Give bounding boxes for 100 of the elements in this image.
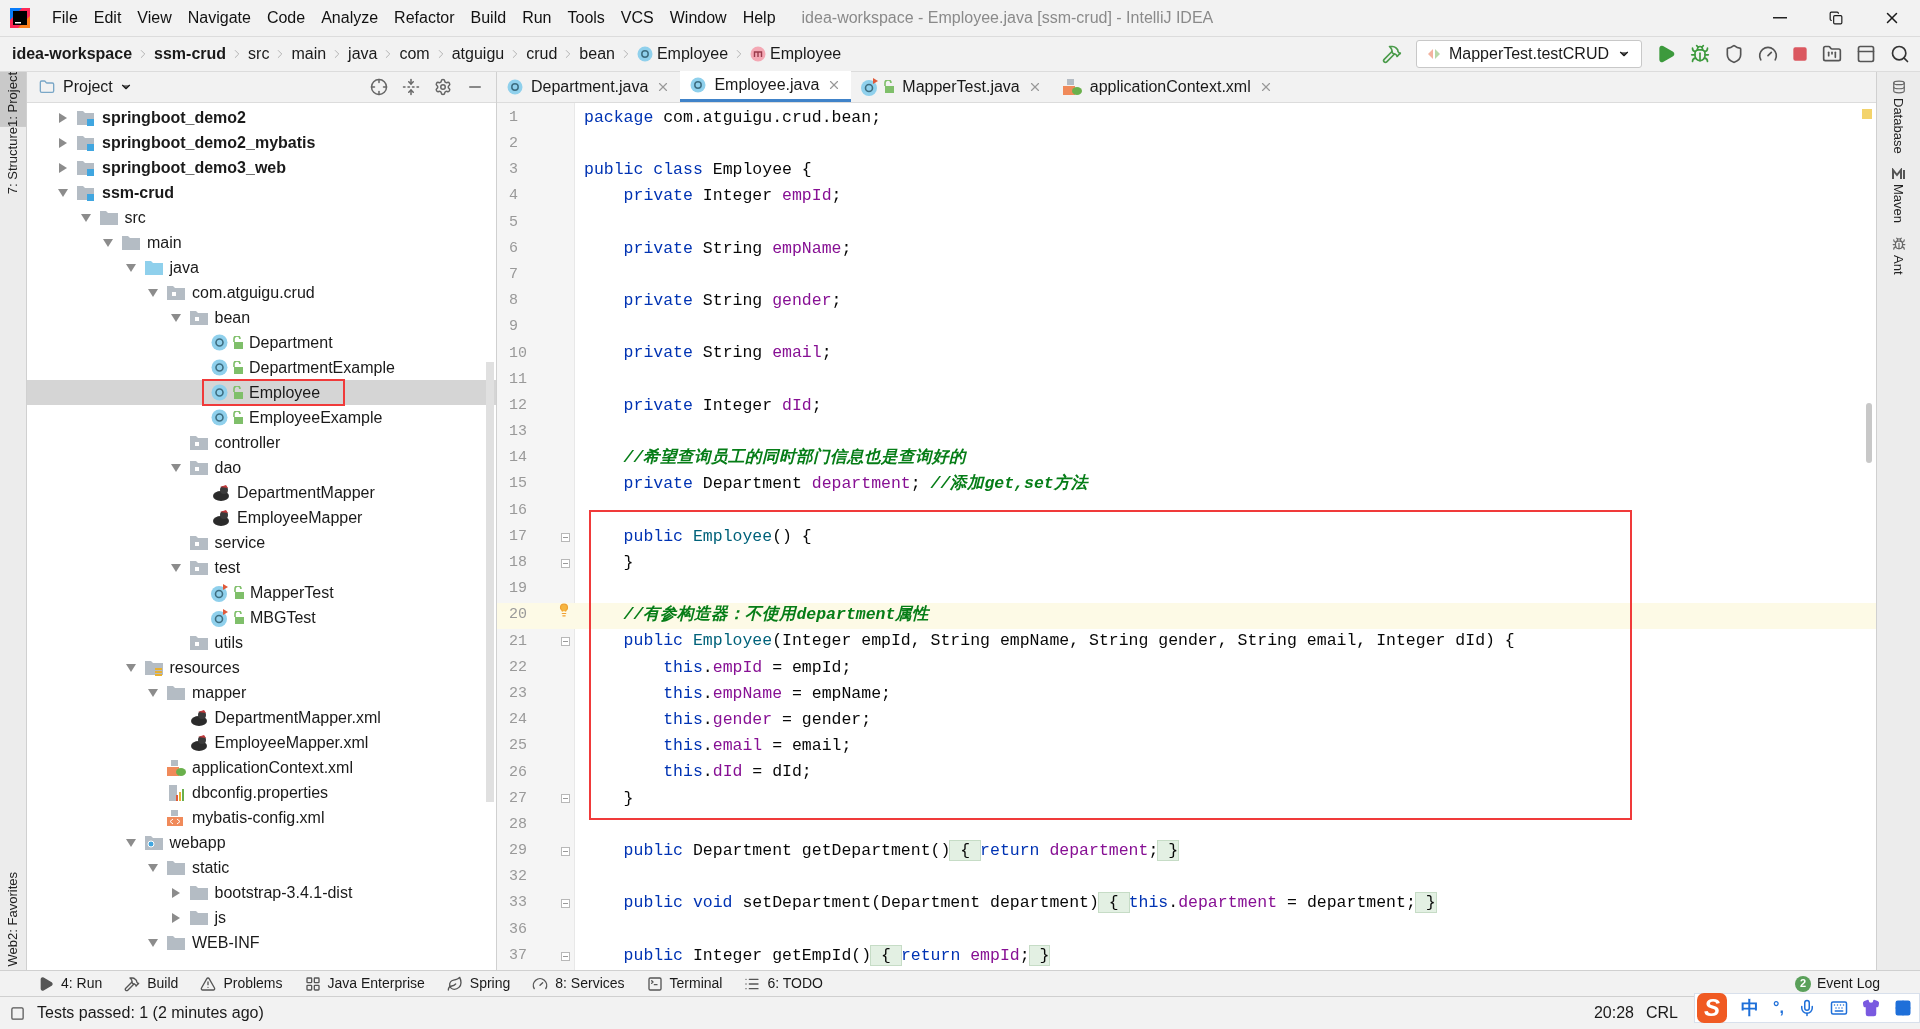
expanded-arrow-icon[interactable] <box>147 936 159 949</box>
tree-item[interactable]: webapp <box>27 830 496 855</box>
tree-item[interactable]: Department <box>27 330 496 355</box>
tool-window-button[interactable]: Problems <box>200 973 283 994</box>
menu-item[interactable]: VCS <box>612 6 662 30</box>
tree-item[interactable]: EmployeeMapper <box>27 505 496 530</box>
menu-item[interactable]: Window <box>661 6 735 30</box>
breadcrumb[interactable]: java <box>348 42 378 66</box>
caret-position[interactable]: 20:28 <box>1593 1001 1634 1025</box>
tree-item[interactable]: main <box>27 230 496 255</box>
tool-window-button[interactable]: 6: TODO <box>744 973 823 994</box>
breadcrumb[interactable]: src <box>248 42 270 66</box>
tool-window-button[interactable]: 4: Run <box>38 973 103 994</box>
breadcrumb[interactable]: ssm-crud <box>154 42 227 66</box>
tool-window-button[interactable]: Build <box>124 973 179 994</box>
tree-item[interactable]: mapper <box>27 680 496 705</box>
run-configuration-dropdown[interactable]: MapperTest.testCRUD <box>1415 40 1642 68</box>
expanded-arrow-icon[interactable] <box>147 286 159 299</box>
collapse-all-icon[interactable] <box>402 78 420 96</box>
tree-item[interactable]: DepartmentExample <box>27 355 496 380</box>
tree-item[interactable]: WEB-INF <box>27 930 496 955</box>
tree-item[interactable]: DepartmentMapper.xml <box>27 705 496 730</box>
tree-item[interactable]: utils <box>27 630 496 655</box>
expanded-arrow-icon[interactable] <box>169 311 182 324</box>
ime-mode[interactable]: 中 <box>1741 994 1759 1022</box>
breadcrumb[interactable]: crud <box>526 42 558 66</box>
search-icon[interactable] <box>1890 44 1910 64</box>
tree-item[interactable]: js <box>27 905 496 930</box>
editor-tab[interactable]: Department.java <box>497 71 681 102</box>
tree-item[interactable]: controller <box>27 430 496 455</box>
tool-window-button[interactable]: 8: Services <box>532 973 625 994</box>
collapsed-arrow-icon[interactable] <box>169 911 182 924</box>
fold-marker-icon[interactable] <box>561 794 570 804</box>
tool-window-tab[interactable]: Maven <box>1888 167 1909 223</box>
profiler-icon[interactable] <box>1758 44 1778 64</box>
scrollbar-thumb[interactable] <box>1866 403 1872 463</box>
expanded-arrow-icon[interactable] <box>124 661 137 674</box>
collapsed-arrow-icon[interactable] <box>57 161 69 174</box>
lightbulb-icon[interactable] <box>557 602 571 617</box>
locate-icon[interactable] <box>370 78 388 96</box>
menu-item[interactable]: Navigate <box>179 6 259 30</box>
expanded-arrow-icon[interactable] <box>169 461 182 474</box>
tool-window-button[interactable]: Spring <box>446 973 511 994</box>
tree-item[interactable]: java <box>27 255 496 280</box>
tool-window-tab[interactable]: 1: Project <box>0 72 26 127</box>
editor-tab[interactable]: Employee.java <box>680 71 852 102</box>
fold-marker-icon[interactable] <box>561 846 570 856</box>
breadcrumb[interactable]: main <box>291 42 327 66</box>
expanded-arrow-icon[interactable] <box>102 236 114 249</box>
tree-item[interactable]: bootstrap-3.4.1-dist <box>27 880 496 905</box>
tree-item[interactable]: mybatis-config.xml <box>27 805 496 830</box>
tree-item[interactable]: DepartmentMapper <box>27 480 496 505</box>
project-structure-icon[interactable] <box>1822 44 1842 64</box>
tree-item[interactable]: bean <box>27 305 496 330</box>
fold-marker-icon[interactable] <box>561 899 570 909</box>
shirt-icon[interactable] <box>1861 999 1880 1017</box>
keyboard-icon[interactable] <box>1829 999 1848 1017</box>
tree-item[interactable]: MapperTest <box>27 580 496 605</box>
tree-item[interactable]: applicationContext.xml <box>27 755 496 780</box>
menu-item[interactable]: Build <box>462 6 515 30</box>
editor-tab[interactable]: applicationContext.xml <box>1051 71 1283 102</box>
expanded-arrow-icon[interactable] <box>57 186 69 199</box>
tool-window-tab[interactable]: 2: Favorites <box>0 871 26 940</box>
tool-window-tab[interactable]: Web <box>0 939 26 966</box>
editor-tab[interactable]: MapperTest.java <box>851 71 1052 102</box>
expanded-arrow-icon[interactable] <box>124 836 137 849</box>
hammer-icon[interactable] <box>1381 44 1402 64</box>
coverage-icon[interactable] <box>1724 44 1744 64</box>
breadcrumb[interactable]: atguigu <box>451 42 505 66</box>
stop-icon[interactable] <box>1792 46 1808 62</box>
tree-item[interactable]: com.atguigu.crud <box>27 280 496 305</box>
tree-item[interactable]: src <box>27 205 496 230</box>
menu-item[interactable]: Run <box>514 6 560 30</box>
panel-toggle-icon[interactable] <box>10 1005 25 1021</box>
expanded-arrow-icon[interactable] <box>169 561 182 574</box>
tool-window-button[interactable]: Terminal <box>646 973 723 994</box>
fold-marker-icon[interactable] <box>561 951 570 961</box>
expanded-arrow-icon[interactable] <box>124 261 137 274</box>
settings-icon[interactable] <box>434 78 452 96</box>
project-view-dropdown[interactable]: Project <box>63 75 133 99</box>
fold-marker-icon[interactable] <box>561 558 570 568</box>
collapsed-arrow-icon[interactable] <box>57 136 69 149</box>
collapsed-arrow-icon[interactable] <box>169 886 182 899</box>
breadcrumb[interactable]: bean <box>579 42 615 66</box>
tree-item[interactable]: springboot_demo2 <box>27 105 496 130</box>
tree-item[interactable]: static <box>27 855 496 880</box>
tool-window-button[interactable]: Java Enterprise <box>304 973 425 994</box>
collapsed-arrow-icon[interactable] <box>57 111 69 124</box>
tree-item[interactable]: test <box>27 555 496 580</box>
ime-punctuation[interactable]: °, <box>1773 996 1784 1020</box>
tree-item[interactable]: MBGTest <box>27 605 496 630</box>
window-icon[interactable] <box>1856 44 1876 64</box>
menu-item[interactable]: Code <box>258 6 314 30</box>
tree-item[interactable]: EmployeeExample <box>27 405 496 430</box>
tool-window-tab[interactable]: 7: Structure <box>0 126 26 195</box>
breadcrumb[interactable]: com <box>399 42 430 66</box>
menu-item[interactable]: Analyze <box>313 6 387 30</box>
breadcrumb[interactable]: Employee <box>770 42 842 66</box>
tree-item[interactable]: dao <box>27 455 496 480</box>
scrollbar-thumb[interactable] <box>486 362 494 802</box>
